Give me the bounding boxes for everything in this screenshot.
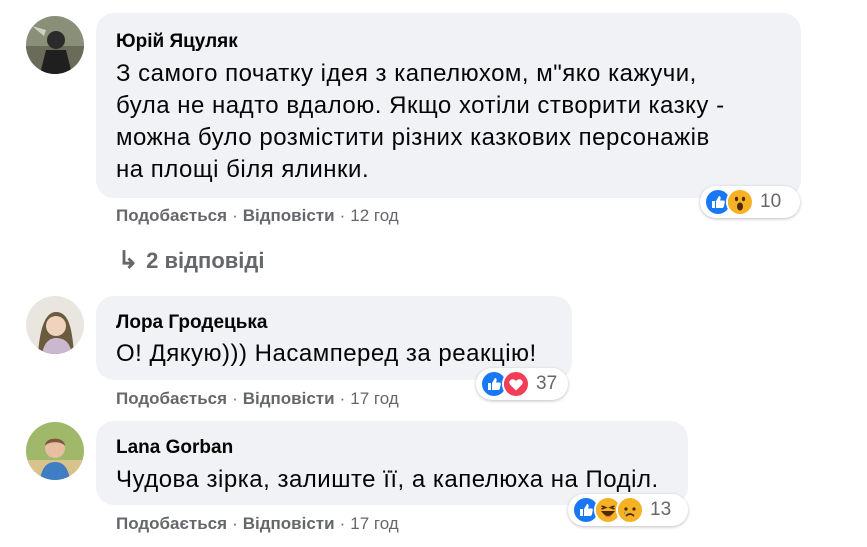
like-button[interactable]: Подобається xyxy=(116,389,227,408)
love-reaction-icon xyxy=(502,370,530,398)
avatar[interactable] xyxy=(26,422,84,480)
comment-author[interactable]: Lana Gorban xyxy=(116,437,233,459)
reaction-count: 10 xyxy=(760,191,782,212)
reaction-summary[interactable]: 37 xyxy=(476,368,568,400)
avatar[interactable] xyxy=(26,16,84,74)
separator: · xyxy=(232,389,238,408)
avatar-image-icon xyxy=(26,422,84,480)
sad-reaction-icon xyxy=(616,496,644,524)
comment-actions: Подобається · Відповісти · 17 год xyxy=(116,389,399,409)
reaction-summary[interactable]: 13 xyxy=(568,494,688,526)
reply-button[interactable]: Відповісти xyxy=(243,514,335,533)
comment-timestamp[interactable]: 17 год xyxy=(350,514,398,533)
reaction-count: 37 xyxy=(536,373,558,394)
separator: · xyxy=(232,206,238,225)
comment-text-line: О! Дякую))) Насамперед за реакцію! xyxy=(116,340,537,367)
like-button[interactable]: Подобається xyxy=(116,514,227,533)
comment-text: О! Дякую))) Насамперед за реакцію! xyxy=(116,338,537,370)
comment-author[interactable]: Лора Гродецька xyxy=(116,312,267,334)
avatar-image-icon xyxy=(26,296,84,354)
comment-author[interactable]: Юрій Яцуляк xyxy=(116,31,238,53)
separator: · xyxy=(232,514,238,533)
avatar-image-icon xyxy=(26,16,84,74)
reply-button[interactable]: Відповісти xyxy=(243,389,335,408)
comment-text-line: З самого початку ідея з капелюхом, м"яко… xyxy=(116,60,697,87)
comment-actions: Подобається · Відповісти · 17 год xyxy=(116,514,399,534)
comment-text: Чудова зірка, залиште її, а капелюха на … xyxy=(116,464,659,496)
reply-arrow-icon: ↳ xyxy=(118,247,139,274)
separator: · xyxy=(339,389,346,408)
comment-text-line: була не надто вдалою. Якщо хотіли створи… xyxy=(116,92,725,119)
reaction-count: 13 xyxy=(650,499,672,520)
comment-text-line: на площі біля ялинки. xyxy=(116,156,370,183)
comment-actions: Подобається · Відповісти · 12 год xyxy=(116,206,399,226)
comment-text: З самого початку ідея з капелюхом, м"яко… xyxy=(116,58,725,186)
like-button[interactable]: Подобається xyxy=(116,206,227,225)
avatar[interactable] xyxy=(26,296,84,354)
comment-timestamp[interactable]: 17 год xyxy=(350,389,398,408)
wow-reaction-icon xyxy=(726,188,754,216)
replies-count-label: 2 відповіді xyxy=(146,248,265,273)
comment-text-line: можна було розмістити різних казкових пе… xyxy=(116,124,710,151)
separator: · xyxy=(339,206,346,225)
reaction-summary[interactable]: 10 xyxy=(700,186,800,218)
comment-text-line: Чудова зірка, залиште її, а капелюха на … xyxy=(116,466,659,493)
separator: · xyxy=(339,514,346,533)
view-replies-link[interactable]: ↳ 2 відповіді xyxy=(118,246,265,275)
reply-button[interactable]: Відповісти xyxy=(243,206,335,225)
comment-timestamp[interactable]: 12 год xyxy=(350,206,398,225)
